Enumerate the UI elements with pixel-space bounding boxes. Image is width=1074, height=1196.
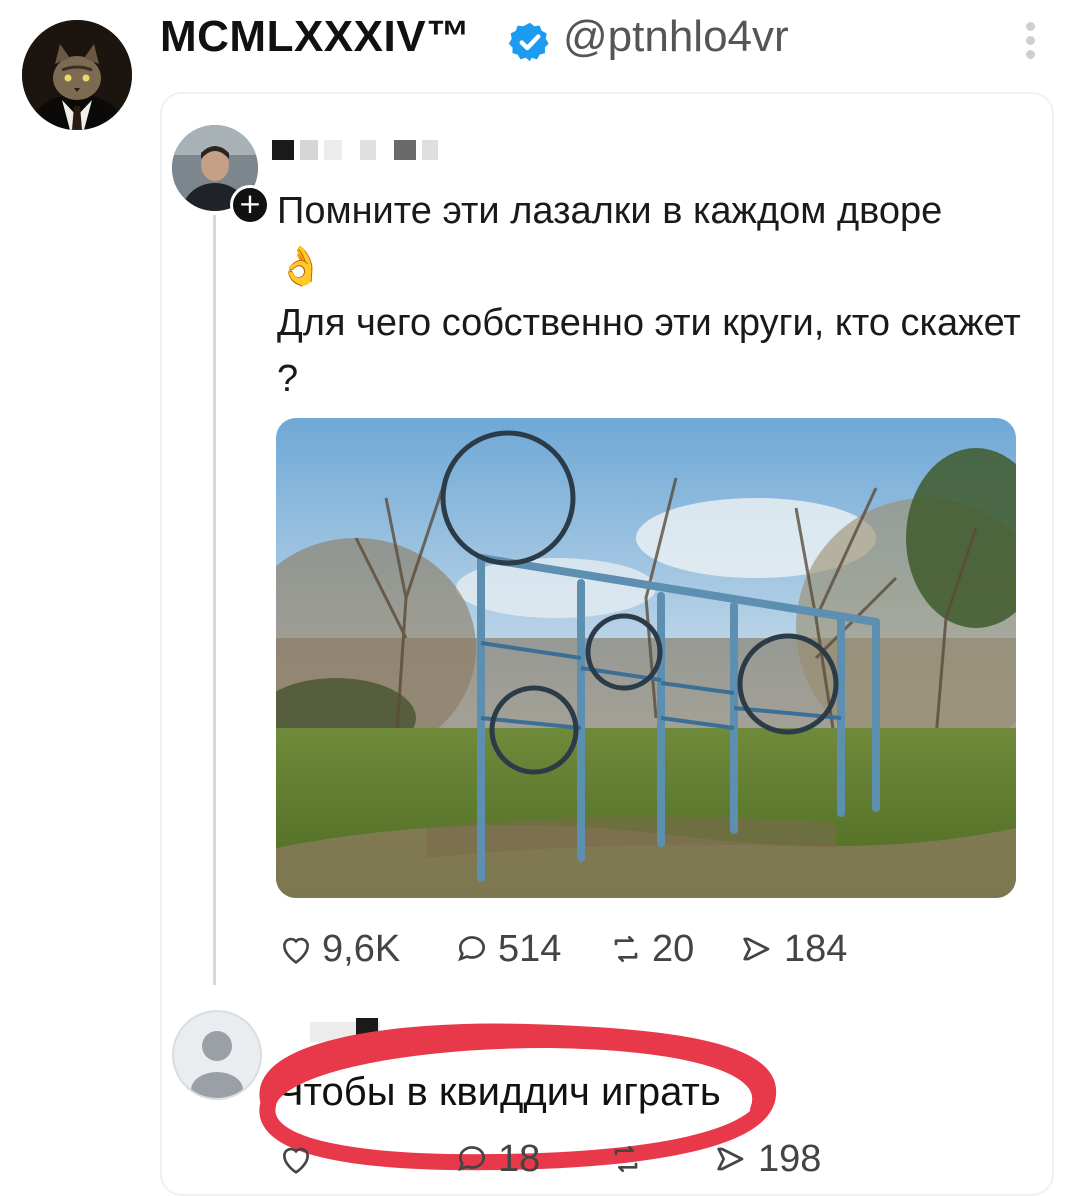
like-stat[interactable]: 9,6K — [276, 924, 400, 974]
reply-stat[interactable]: 514 — [452, 924, 561, 974]
views-arrow-icon — [743, 937, 770, 961]
censored-name-block — [360, 140, 376, 160]
quoted-tweet-text: Помните эти лазалки в каждом дворе 👌 Для… — [277, 183, 1037, 407]
reply-views-stat[interactable]: 198 — [712, 1134, 821, 1184]
censored-name-block — [300, 140, 318, 160]
follow-plus-icon[interactable]: + — [230, 185, 270, 225]
reply-reply-count: 18 — [498, 1137, 541, 1180]
views-count: 184 — [784, 927, 848, 970]
censored-name-block — [394, 140, 416, 160]
like-count: 9,6K — [322, 927, 401, 970]
reply-bubble-icon — [458, 1146, 485, 1172]
more-vertical-icon[interactable] — [1018, 22, 1042, 66]
quoted-text-line-1: Помните эти лазалки в каждом дворе — [277, 190, 943, 232]
reply-views-count: 198 — [758, 1137, 822, 1180]
reply-author-avatar[interactable] — [172, 1010, 262, 1100]
reply-reply-stat[interactable]: 18 — [452, 1134, 540, 1184]
author-display-name[interactable]: MCMLXXXIV™ — [160, 12, 471, 62]
heart-icon — [282, 937, 310, 964]
ok-hand-emoji-icon: 👌 — [277, 246, 325, 288]
reply-like-stat[interactable] — [276, 1134, 316, 1184]
playground-climbing-frame-image — [276, 418, 1016, 898]
repost-count: 20 — [652, 927, 695, 970]
censored-name-block — [324, 140, 342, 160]
censored-name-block — [272, 140, 294, 160]
quoted-text-line-2: Для чего собственно эти круги, кто скаже… — [277, 302, 1021, 400]
verified-badge-icon — [508, 22, 549, 62]
views-arrow-icon — [717, 1147, 744, 1171]
repost-icon — [614, 936, 638, 962]
reply-text: Чтобы в квиддич играть — [277, 1070, 721, 1114]
repost-icon — [614, 1146, 638, 1172]
author-avatar[interactable] — [22, 20, 132, 130]
author-handle[interactable]: @ptnhlo4vr — [563, 12, 789, 62]
reply-bubble-icon — [458, 936, 485, 962]
reply-count: 514 — [498, 927, 562, 970]
censored-name-block — [422, 140, 438, 160]
reply-repost-stat[interactable] — [606, 1134, 646, 1184]
cat-in-suit-icon — [22, 20, 132, 130]
heart-icon — [282, 1147, 310, 1174]
thread-connector-line — [213, 215, 216, 985]
views-stat[interactable]: 184 — [738, 924, 847, 974]
playground-photo[interactable] — [276, 418, 1016, 898]
censored-name-block — [356, 1018, 378, 1040]
default-user-icon — [191, 1031, 243, 1098]
repost-stat[interactable]: 20 — [606, 924, 694, 974]
